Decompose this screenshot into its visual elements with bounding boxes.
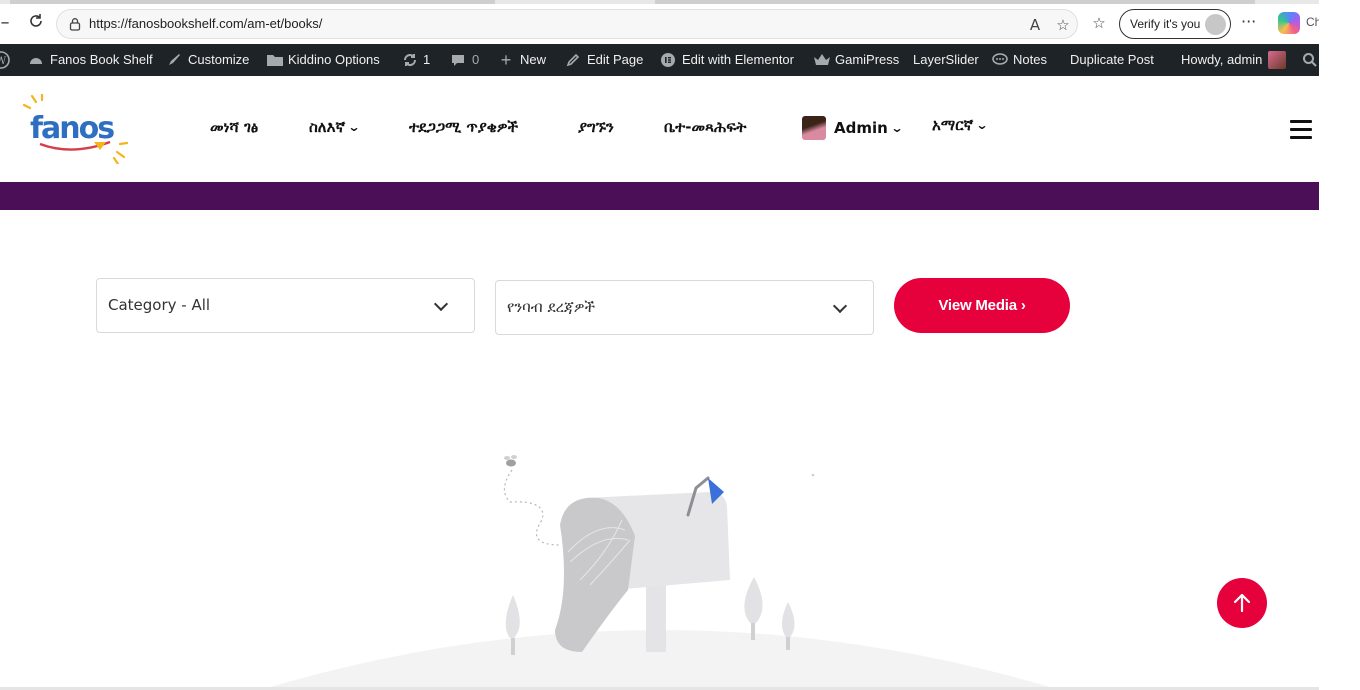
adminbar-edit-elementor[interactable]: Edit with Elementor [660, 44, 794, 76]
edit-page-label: Edit Page [587, 52, 644, 67]
dashboard-icon [28, 52, 44, 68]
adminbar-kiddino-options[interactable]: Kiddino Options [266, 44, 380, 76]
adminbar-new[interactable]: + New [498, 44, 546, 76]
notes-label: Notes [1013, 52, 1047, 67]
bee-icon [504, 455, 517, 467]
wp-admin-bar: W Fanos Book Shelf Customize Kiddino Opt… [0, 44, 1319, 76]
reload-icon[interactable] [25, 12, 47, 34]
edit-elementor-label: Edit with Elementor [682, 52, 794, 67]
menu-label: ቤተ-መጻሕፍት [664, 118, 747, 136]
menu-label: መነሻ ገፅ [210, 118, 259, 136]
crown-icon [813, 52, 830, 68]
menu-item-contact[interactable]: ያግኙን [578, 118, 614, 136]
chevron-right-icon: › [1020, 297, 1026, 314]
chevron-down-icon: ⌄ [347, 120, 361, 134]
page-viewport: – https://fanosbookshelf.com/am-et/books… [0, 0, 1319, 690]
menu-item-home[interactable]: መነሻ ገፅ [210, 118, 258, 136]
view-media-label: View Media [938, 297, 1017, 314]
plus-icon: + [500, 50, 512, 70]
menu-label: ስለእኛ [309, 118, 346, 136]
adminbar-notes[interactable]: Notes [991, 44, 1047, 76]
chevron-down-icon: ⌄ [890, 121, 904, 135]
site-name-label: Fanos Book Shelf [50, 52, 153, 67]
notes-bubble-icon [991, 52, 1008, 68]
header-band [0, 182, 1319, 210]
address-bar[interactable]: https://fanosbookshelf.com/am-et/books/ … [56, 9, 1078, 39]
howdy-label: Howdy, admin [1181, 52, 1263, 67]
new-label: New [520, 52, 547, 67]
gamipress-label: GamiPress [835, 52, 900, 67]
chevron-down-icon: ⌄ [975, 118, 989, 132]
updates-count: 1 [423, 52, 431, 67]
arrow-up-icon [1233, 593, 1251, 613]
kiddino-options-label: Kiddino Options [288, 52, 380, 67]
category-select-value: Category - All [108, 296, 211, 314]
hamburger-menu-icon[interactable] [1290, 120, 1312, 139]
adminbar-edit-page[interactable]: Edit Page [565, 44, 643, 76]
empty-mailbox-illustration [260, 455, 1060, 690]
more-options-icon[interactable]: ··· [1241, 12, 1256, 31]
brush-icon [166, 52, 182, 68]
logo-wordmark: fanos [30, 111, 114, 146]
category-select[interactable]: Category - All [96, 278, 475, 333]
adminbar-customize[interactable]: Customize [166, 44, 249, 76]
updates-icon [401, 52, 417, 68]
site-header: fanos መነሻ ገፅ ስለእኛ ⌄ ተደጋጋሚ ጥያቄዎች ያግኙን ቤተ-… [0, 76, 1319, 182]
chevron-down-icon [433, 296, 449, 312]
browser-toolbar: – https://fanosbookshelf.com/am-et/books… [0, 0, 1319, 44]
url-text[interactable]: https://fanosbookshelf.com/am-et/books/ [89, 16, 322, 31]
svg-text:W: W [0, 56, 7, 67]
favorite-star-icon[interactable]: ☆ [1053, 15, 1073, 35]
copilot-label[interactable]: Ch [1306, 15, 1319, 29]
menu-item-faq[interactable]: ተደጋጋሚ ጥያቄዎች [409, 118, 518, 136]
wordpress-logo-icon[interactable]: W [0, 44, 10, 76]
copilot-icon[interactable] [1278, 12, 1300, 34]
comment-icon [450, 52, 466, 68]
scroll-to-top-button[interactable] [1217, 578, 1267, 628]
favorites-icon[interactable]: ☆ [1089, 13, 1109, 33]
adminbar-site-name[interactable]: Fanos Book Shelf [28, 44, 153, 76]
back-icon[interactable]: – [0, 12, 16, 34]
layerslider-label: LayerSlider [913, 52, 979, 67]
duplicate-post-label: Duplicate Post [1070, 52, 1154, 67]
reading-level-select-value: የንባብ ደረጃዎች [507, 298, 596, 316]
chevron-down-icon [832, 298, 848, 314]
tab-strip [0, 0, 1319, 4]
profile-avatar-icon [1205, 14, 1226, 35]
site-logo[interactable]: fanos [22, 92, 132, 166]
adminbar-account[interactable]: Howdy, admin [1181, 44, 1287, 76]
menu-label: Admin [834, 119, 888, 137]
menu-label: አማርኛ [932, 116, 974, 134]
adminbar-updates[interactable]: 1 [401, 44, 430, 76]
read-aloud-icon[interactable]: A [1025, 15, 1045, 35]
customize-label: Customize [188, 52, 250, 67]
menu-item-about[interactable]: ስለእኛ ⌄ [309, 118, 361, 136]
comments-count: 0 [472, 52, 480, 67]
verify-profile-button[interactable]: Verify it's you [1119, 9, 1231, 39]
view-media-button[interactable]: View Media › [894, 278, 1070, 333]
folder-icon [266, 52, 283, 68]
pencil-icon [565, 52, 581, 68]
menu-label: ያግኙን [578, 118, 614, 136]
reading-level-select[interactable]: የንባብ ደረጃዎች [495, 280, 874, 335]
admin-menu-avatar [802, 116, 826, 140]
adminbar-gamipress[interactable]: GamiPress [813, 44, 899, 76]
adminbar-comments[interactable]: 0 [450, 44, 479, 76]
menu-item-library[interactable]: ቤተ-መጻሕፍት [664, 118, 746, 136]
verify-label: Verify it's you [1130, 17, 1201, 31]
adminbar-layerslider[interactable]: LayerSlider [913, 44, 979, 76]
search-icon[interactable] [1302, 44, 1318, 76]
elementor-icon [660, 52, 676, 68]
admin-avatar [1268, 51, 1287, 69]
menu-item-admin[interactable]: Admin ⌄ [802, 116, 904, 140]
right-gutter [1319, 0, 1360, 690]
adminbar-duplicate-post[interactable]: Duplicate Post [1070, 44, 1154, 76]
lock-icon[interactable] [68, 17, 82, 31]
menu-label: ተደጋጋሚ ጥያቄዎች [409, 118, 519, 136]
menu-item-language[interactable]: አማርኛ ⌄ [932, 116, 989, 134]
